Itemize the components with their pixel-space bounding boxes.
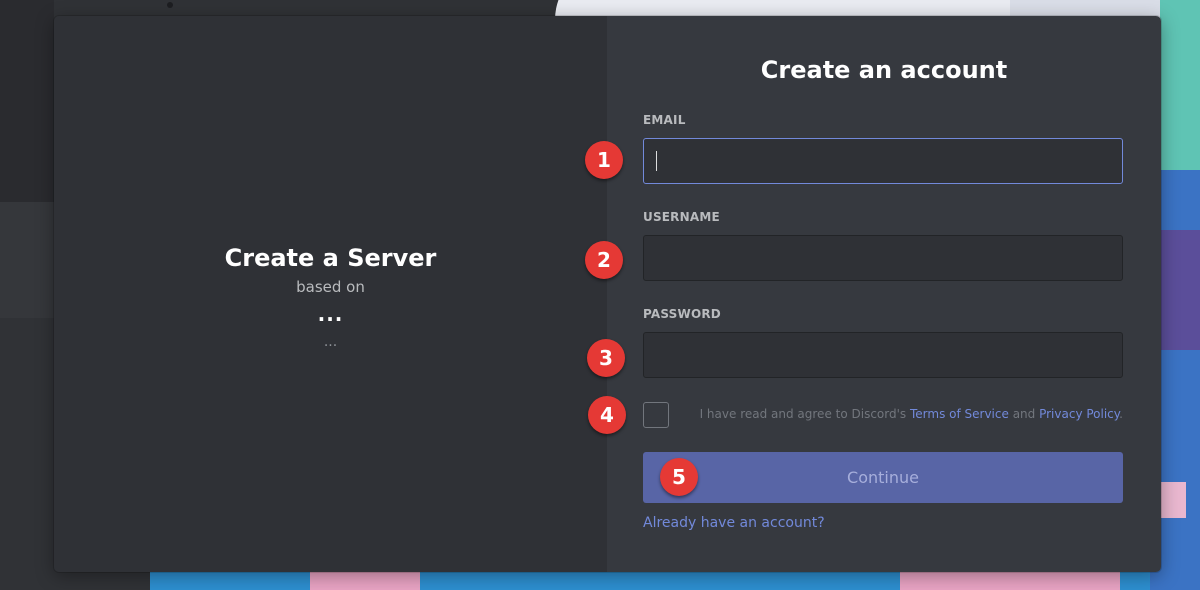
step-badge: 2 bbox=[585, 241, 623, 279]
username-label: USERNAME bbox=[643, 210, 720, 224]
background-shape bbox=[1158, 230, 1200, 350]
background-shape bbox=[310, 572, 420, 590]
username-field[interactable] bbox=[643, 235, 1123, 281]
server-template-meta: ... bbox=[323, 334, 338, 350]
server-panel-title: Create a Server bbox=[224, 244, 437, 272]
server-template-name: ... bbox=[317, 302, 344, 326]
background-shape bbox=[900, 572, 1120, 590]
tos-suffix: . bbox=[1119, 407, 1123, 421]
background-shape bbox=[1160, 482, 1186, 518]
tos-checkbox[interactable] bbox=[643, 402, 669, 428]
create-account-modal: Create a Server based on ... ... Create … bbox=[54, 16, 1161, 572]
password-field[interactable] bbox=[643, 332, 1123, 378]
email-label: EMAIL bbox=[643, 113, 686, 127]
background-shape bbox=[0, 202, 54, 318]
server-panel-subtitle: based on bbox=[296, 278, 365, 296]
tos-row: I have read and agree to Discord's Terms… bbox=[643, 400, 1123, 430]
step-badge: 5 bbox=[660, 458, 698, 496]
form-title: Create an account bbox=[760, 56, 1008, 84]
background-shape bbox=[167, 2, 173, 8]
terms-of-service-link[interactable]: Terms of Service bbox=[910, 407, 1009, 421]
tos-prefix: I have read and agree to Discord's bbox=[699, 407, 910, 421]
background-shape bbox=[0, 0, 54, 202]
step-badge: 1 bbox=[585, 141, 623, 179]
step-badge: 4 bbox=[588, 396, 626, 434]
server-template-panel: Create a Server based on ... ... bbox=[54, 16, 607, 572]
email-field[interactable] bbox=[643, 138, 1123, 184]
text-caret bbox=[656, 151, 657, 171]
tos-and: and bbox=[1008, 407, 1040, 421]
privacy-policy-link[interactable]: Privacy Policy bbox=[1039, 407, 1119, 421]
step-badge: 3 bbox=[587, 339, 625, 377]
continue-button[interactable]: Continue bbox=[643, 452, 1123, 503]
password-label: PASSWORD bbox=[643, 307, 721, 321]
login-link[interactable]: Already have an account? bbox=[643, 515, 825, 531]
tos-text: I have read and agree to Discord's Terms… bbox=[700, 407, 1123, 421]
